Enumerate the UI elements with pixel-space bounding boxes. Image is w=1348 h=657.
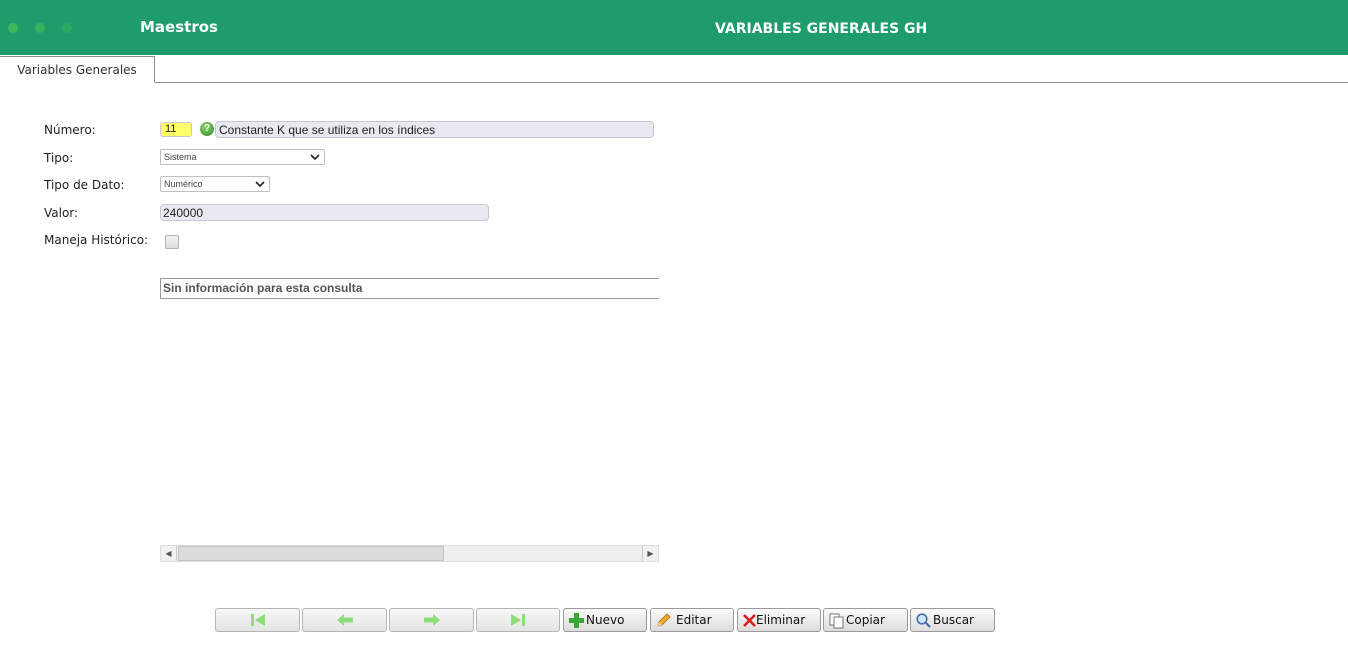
copiar-label: Copiar [846,613,885,627]
scroll-thumb[interactable] [178,546,444,561]
tipo-select[interactable]: Sistema [160,149,325,165]
tipo-dato-select[interactable]: Numérico [160,176,270,192]
next-record-icon [423,614,440,626]
last-record-icon [511,614,525,626]
buscar-label: Buscar [933,613,974,627]
help-icon[interactable]: ? [200,122,214,136]
nuevo-button[interactable]: Nuevo [563,608,647,632]
app-title: Maestros [140,18,218,36]
prev-record-button[interactable] [302,608,387,632]
tipo-dato-select-value: Numérico [164,179,203,189]
chevron-down-icon [310,154,320,161]
numero-input[interactable]: 11 [160,122,192,137]
horizontal-scrollbar[interactable]: ◀ ▶ [160,545,659,562]
nuevo-label: Nuevo [586,613,625,627]
copy-icon [829,613,844,629]
editar-button[interactable]: Editar [650,608,734,632]
eliminar-button[interactable]: Eliminar [737,608,821,632]
maneja-historico-checkbox[interactable] [165,235,179,249]
last-record-button[interactable] [476,608,560,632]
scroll-right-icon[interactable]: ▶ [642,546,658,561]
window-dot-icon [62,23,72,33]
plus-icon [569,613,584,628]
tab-divider [0,82,1348,83]
chevron-down-icon [255,181,265,188]
maneja-historico-label: Maneja Histórico: [44,233,149,247]
next-record-button[interactable] [389,608,474,632]
tipo-dato-label: Tipo de Dato: [44,178,125,192]
pencil-icon [657,613,671,627]
page-title: VARIABLES GENERALES GH [715,21,928,37]
prev-record-icon [336,614,353,626]
scroll-left-icon[interactable]: ◀ [161,546,177,561]
editar-label: Editar [676,613,712,627]
valor-label: Valor: [44,206,79,220]
descripcion-input[interactable]: Constante K que se utiliza en los índice… [215,121,654,138]
numero-label: Número: [44,123,96,137]
results-grid: Sin información para esta consulta [160,278,659,299]
window-dot-icon [8,23,18,33]
tab-variables-generales[interactable]: Variables Generales [0,56,155,83]
empty-grid-message: Sin información para esta consulta [163,281,363,295]
tipo-select-value: Sistema [164,152,197,162]
valor-input[interactable]: 240000 [160,204,489,221]
header-bar: Maestros VARIABLES GENERALES GH [0,0,1348,55]
window-dot-icon [35,23,45,33]
copiar-button[interactable]: Copiar [823,608,908,632]
eliminar-label: Eliminar [756,613,806,627]
buscar-button[interactable]: Buscar [910,608,995,632]
first-record-icon [250,614,265,626]
first-record-button[interactable] [215,608,300,632]
tipo-label: Tipo: [44,151,74,165]
search-icon [916,613,931,628]
